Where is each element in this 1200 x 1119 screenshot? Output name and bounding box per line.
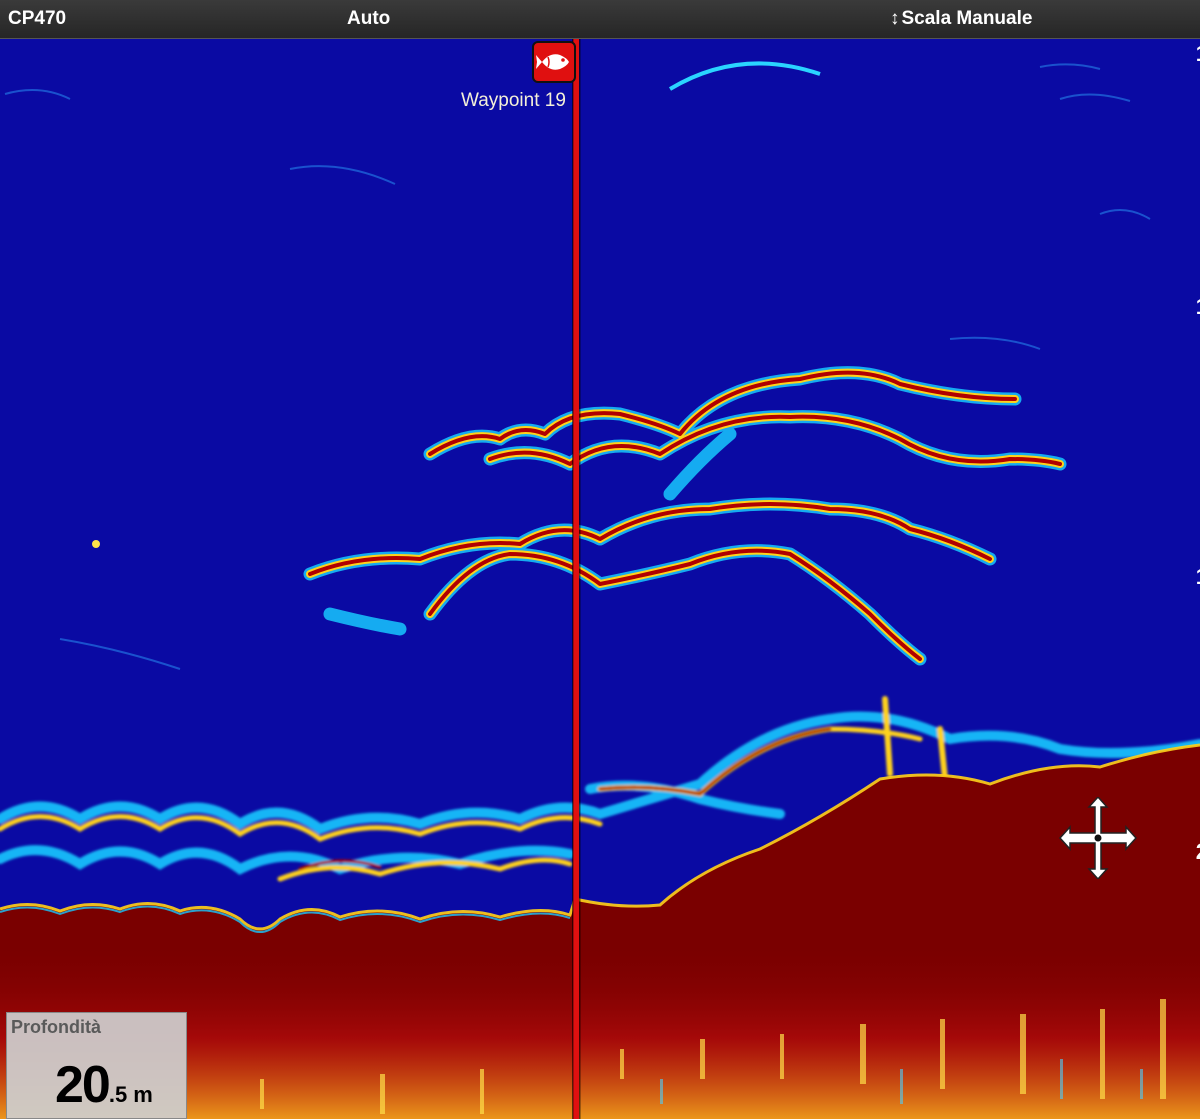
depth-decimal: .5 <box>108 1082 128 1107</box>
depth-title: Profondità <box>11 1017 101 1037</box>
fish-waypoint-icon[interactable] <box>532 41 576 83</box>
model-label: CP470 <box>8 8 67 29</box>
waypoint-marker-line <box>573 39 579 1119</box>
sonar-echo-image <box>0 39 1200 1119</box>
depth-integer: 20 <box>55 1056 111 1114</box>
up-down-arrow-icon: ↕ <box>890 8 900 29</box>
depth-readout: Profondità 20.5 m <box>6 1012 187 1119</box>
depth-scale-label: 1 <box>1196 564 1200 590</box>
move-cursor-icon[interactable] <box>1058 797 1138 879</box>
waypoint-label[interactable]: Waypoint 19 <box>461 90 566 112</box>
status-bar: CP470 Auto ↕ Scala Manuale <box>0 0 1200 39</box>
range-mode-label: Scala Manuale <box>901 8 1033 29</box>
depth-unit: m <box>133 1082 153 1107</box>
depth-scale-label: 1 <box>1196 294 1200 320</box>
depth-value: 20.5 m <box>55 1055 153 1115</box>
depth-scale-label: 1 <box>1196 41 1200 67</box>
sonar-display[interactable]: 1 1 1 2 Waypoint 19 Profondità 20.5m <box>0 39 1200 1119</box>
depth-scale-label: 2 <box>1196 839 1200 865</box>
range-mode[interactable]: ↕ Scala Manuale <box>890 8 1032 30</box>
gain-mode-label[interactable]: Auto <box>347 8 390 30</box>
